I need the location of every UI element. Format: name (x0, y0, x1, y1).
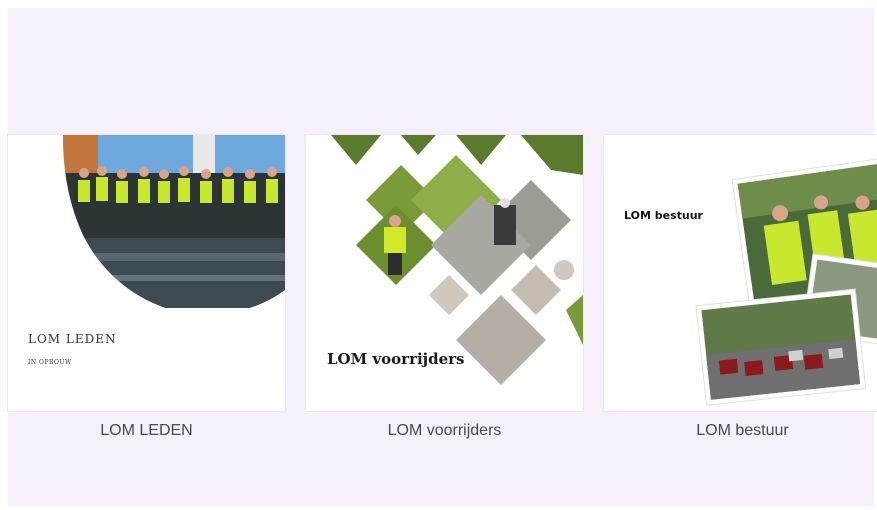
card-caption-lom-voorrijders[interactable]: LOM voorrijders (306, 422, 583, 440)
card-image-title: LOM bestuur (624, 209, 703, 222)
card-caption-lom-leden[interactable]: LOM LEDEN (8, 422, 285, 440)
card-lom-bestuur[interactable]: LOM bestuur (604, 135, 877, 411)
photo-collage-bestuur (695, 156, 877, 406)
group-photo-leden (63, 135, 285, 308)
card-lom-voorrijders[interactable]: LOM voorrijders (306, 135, 583, 411)
card-image-subtitle: IN OPBOUW (28, 359, 72, 366)
card-caption-lom-bestuur[interactable]: LOM bestuur (604, 422, 877, 440)
card-image-title: LOM LEDEN (28, 332, 117, 346)
diamond-collage-voorrijders (331, 135, 583, 385)
card-image-title: LOM voorrijders (327, 350, 465, 368)
card-lom-leden[interactable]: LOM LEDEN IN OPBOUW (8, 135, 285, 411)
